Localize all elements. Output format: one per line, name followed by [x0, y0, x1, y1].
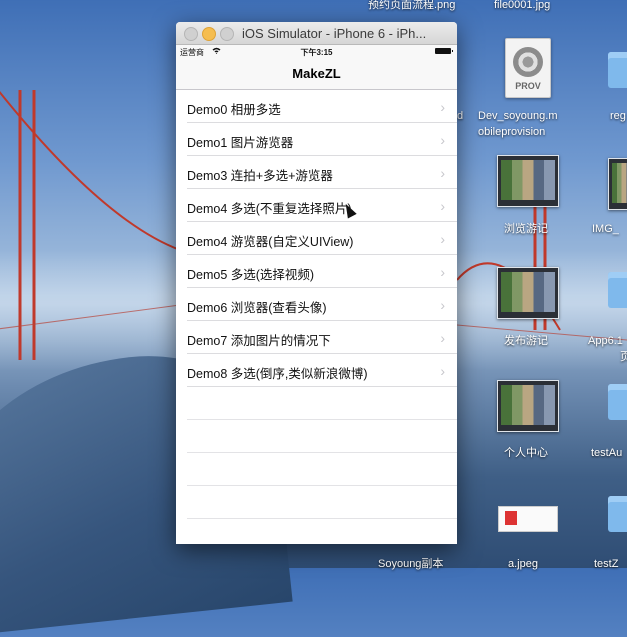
- folder-icon-reg[interactable]: [608, 52, 627, 88]
- screenshot-thumb-profile[interactable]: [497, 380, 559, 432]
- folder-label-app6: App6.1: [588, 335, 623, 347]
- demo-row-5[interactable]: Demo5 多选(选择视频) ›: [176, 255, 457, 288]
- chevron-right-icon: ›: [440, 264, 445, 280]
- demo-table: Demo0 相册多选 › Demo1 图片游览器 › Demo3 连拍+多选+游…: [176, 90, 457, 519]
- soyoung-copy-label: Soyoung副本: [378, 558, 444, 570]
- demo-row-label: Demo1 图片游览器: [187, 136, 294, 150]
- chevron-right-icon: ›: [440, 363, 445, 379]
- folder-label-testz: testZ: [594, 558, 619, 570]
- folder-label-testau: testAu: [591, 447, 623, 459]
- demo-row-6[interactable]: Demo6 浏览器(查看头像) ›: [176, 288, 457, 321]
- demo-row-label: Demo5 多选(选择视频): [187, 268, 315, 282]
- demo-row-4[interactable]: Demo4 游览器(自定义UIView) ›: [176, 222, 457, 255]
- chevron-right-icon: ›: [440, 132, 445, 148]
- demo-row-label: Demo7 添加图片的情况下: [187, 334, 331, 348]
- desktop-file-jpg-label[interactable]: file0001.jpg: [494, 0, 550, 12]
- bridge-deck-left: [0, 304, 181, 330]
- desktop-file-png-label[interactable]: 预约页面流程.png: [368, 0, 455, 12]
- provision-file-label-1: Dev_soyoung.m: [478, 110, 558, 122]
- chevron-right-icon: ›: [440, 165, 445, 181]
- partial-label-d: d: [457, 110, 464, 122]
- status-time: 下午3:15: [300, 48, 333, 57]
- chevron-right-icon: ›: [440, 198, 445, 214]
- simulator-window: iOS Simulator - iPhone 6 - iPh... 运营商 下午…: [176, 22, 457, 544]
- demo-row-0[interactable]: Demo0 相册多选 ›: [176, 90, 457, 123]
- minimize-window-button[interactable]: [202, 27, 216, 41]
- provision-file-icon[interactable]: PROV: [505, 38, 551, 98]
- empty-row: [176, 486, 457, 519]
- folder-icon-testz[interactable]: [608, 496, 627, 532]
- demo-row-label: Demo6 浏览器(查看头像): [187, 301, 327, 315]
- provision-file-label-2: obileprovision: [478, 126, 546, 138]
- folder-label-reg: reg: [610, 110, 626, 122]
- chevron-right-icon: ›: [440, 231, 445, 247]
- demo-row-label: Demo4 游览器(自定义UIView): [187, 235, 354, 249]
- thumb-label-browse: 浏览游记: [504, 223, 548, 235]
- demo-row-label: Demo8 多选(倒序,类似新浪微博): [187, 367, 368, 381]
- thumb-label-profile: 个人中心: [504, 447, 548, 459]
- prov-badge: PROV: [515, 81, 541, 91]
- window-title: iOS Simulator - iPhone 6 - iPh...: [242, 26, 427, 41]
- close-window-button[interactable]: [184, 27, 198, 41]
- navigation-bar: MakeZL: [176, 58, 457, 90]
- chevron-right-icon: ›: [440, 330, 445, 346]
- folder-label-app6-2: 页: [620, 351, 627, 363]
- demo-row-label: Demo0 相册多选: [187, 103, 281, 117]
- thumb-label-publish: 发布游记: [504, 335, 548, 347]
- empty-row: [176, 453, 457, 486]
- ios-status-bar: 运营商 下午3:15: [176, 45, 457, 58]
- nav-title: MakeZL: [292, 66, 341, 81]
- jpeg-file-label: a.jpeg: [508, 558, 538, 570]
- chevron-right-icon: ›: [440, 297, 445, 313]
- chevron-right-icon: ›: [440, 99, 445, 115]
- demo-row-7[interactable]: Demo7 添加图片的情况下 ›: [176, 321, 457, 354]
- row-separator: [187, 518, 457, 519]
- demo-row-label: Demo4 多选(不重复选择照片): [187, 202, 352, 216]
- gear-icon: [513, 47, 543, 77]
- demo-row-2[interactable]: Demo3 连拍+多选+游览器 ›: [176, 156, 457, 189]
- folder-icon-app6[interactable]: [608, 272, 627, 308]
- screenshot-thumb-browse[interactable]: [497, 155, 559, 207]
- demo-row-3[interactable]: Demo4 多选(不重复选择照片) ›: [176, 189, 457, 222]
- battery-icon: [435, 48, 453, 54]
- zoom-window-button[interactable]: [220, 27, 234, 41]
- demo-row-label: Demo3 连拍+多选+游览器: [187, 169, 333, 183]
- empty-row: [176, 387, 457, 420]
- bridge-cable-left: [0, 90, 181, 251]
- screenshot-thumb-publish[interactable]: [497, 267, 559, 319]
- demo-row-8[interactable]: Demo8 多选(倒序,类似新浪微博) ›: [176, 354, 457, 387]
- window-titlebar[interactable]: iOS Simulator - iPhone 6 - iPh...: [176, 22, 457, 45]
- image-thumb-img[interactable]: [608, 158, 627, 210]
- demo-row-1[interactable]: Demo1 图片游览器 ›: [176, 123, 457, 156]
- empty-row: [176, 420, 457, 453]
- folder-icon-testau[interactable]: [608, 384, 627, 420]
- thumb-label-img: IMG_: [592, 223, 619, 235]
- jpeg-file-icon[interactable]: [498, 506, 558, 532]
